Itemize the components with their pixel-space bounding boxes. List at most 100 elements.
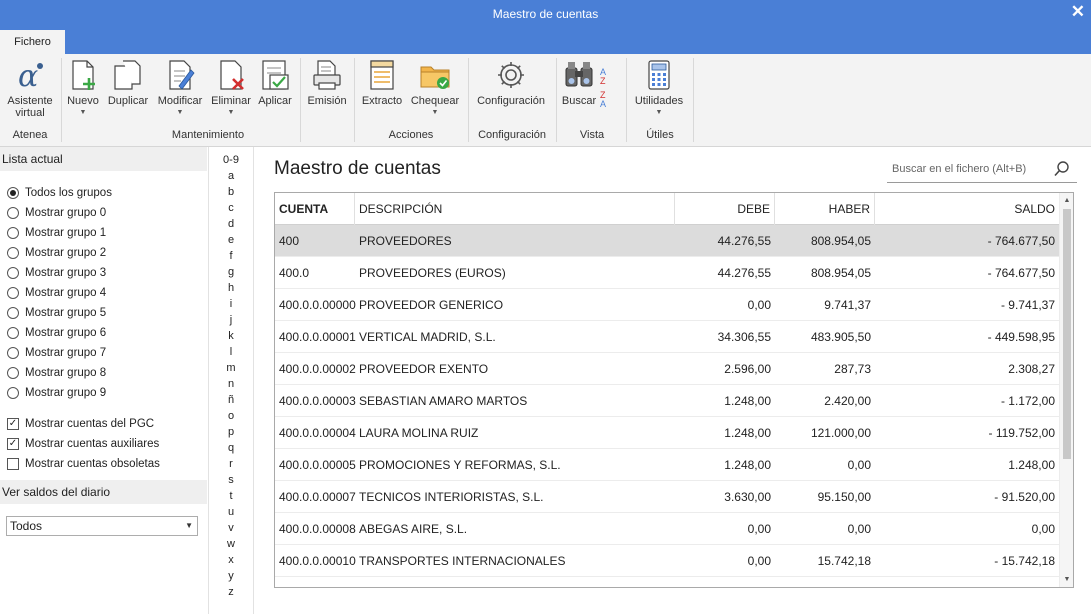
checkbox[interactable]: ✓ [7,438,19,450]
table-row[interactable]: 400 PROVEEDORES 44.276,55 808.954,05 - 764.6… [275,225,1059,257]
alphabet-letter[interactable]: c [209,201,253,215]
alphabet-letter[interactable]: q [209,441,253,455]
search-icon[interactable] [1053,160,1071,178]
radio-button[interactable] [7,207,19,219]
alphabet-letter[interactable]: s [209,473,253,487]
radio-button[interactable] [7,287,19,299]
alphabet-letter[interactable]: j [209,313,253,327]
alphabet-letter[interactable]: i [209,297,253,311]
eliminar-dropdown-icon[interactable]: ▼ [209,109,253,117]
table-row[interactable]: 400.0.0.00003 SEBASTIAN AMARO MARTOS 1.248… [275,385,1059,417]
chequear-dropdown-icon[interactable]: ▼ [408,109,462,117]
radio-button[interactable] [7,347,19,359]
alphabet-letter[interactable]: m [209,361,253,375]
alphabet-letter[interactable]: w [209,537,253,551]
alphabet-letter[interactable]: e [209,233,253,247]
checkbox-option[interactable]: Mostrar cuentas obsoletas [7,455,160,473]
tab-fichero[interactable]: Fichero [0,30,65,54]
radio-button[interactable] [7,247,19,259]
alphabet-letter[interactable]: v [209,521,253,535]
header-haber[interactable]: HABER [775,193,875,225]
radio-button[interactable] [7,307,19,319]
table-row[interactable]: 400.0 PROVEEDORES (EUROS) 44.276,55 808.954… [275,257,1059,289]
radio-option[interactable]: Mostrar grupo 6 [7,324,106,342]
checkbox-option[interactable]: ✓ Mostrar cuentas auxiliares [7,435,159,453]
alphabet-letter[interactable]: k [209,329,253,343]
table-row[interactable]: 400.0.0.00008 ABEGAS AIRE, S.L. 0,00 0,00 0,… [275,513,1059,545]
extracto-button[interactable]: Extracto [359,58,405,107]
table-row[interactable]: 400.0.0.00002 PROVEEDOR EXENTO 2.596,00 287… [275,353,1059,385]
utilidades-dropdown-icon[interactable]: ▼ [631,109,687,117]
modificar-button[interactable]: Modificar ▼ [154,58,206,117]
buscar-button[interactable]: Buscar [561,58,597,107]
vertical-scrollbar[interactable]: ▲ ▼ [1059,193,1073,587]
radio-option[interactable]: Mostrar grupo 4 [7,284,106,302]
utilidades-button[interactable]: Utilidades ▼ [631,58,687,117]
alphabet-letter[interactable]: n [209,377,253,391]
radio-option[interactable]: Todos los grupos [7,184,112,202]
close-icon[interactable]: ✕ [1071,3,1085,21]
table-row[interactable]: 400.0.0.00004 LAURA MOLINA RUIZ 1.248,00 12… [275,417,1059,449]
alphabet-letter[interactable]: g [209,265,253,279]
duplicar-button[interactable]: Duplicar [105,58,151,107]
table-row[interactable]: 400.0.0.00005 PROMOCIONES Y REFORMAS, S.L… [275,449,1059,481]
radio-button[interactable] [7,267,19,279]
radio-button[interactable] [7,367,19,379]
alphabet-letter[interactable]: u [209,505,253,519]
configuracion-button[interactable]: Configuración [472,58,550,107]
checkbox[interactable]: ✓ [7,418,19,430]
alphabet-letter[interactable]: y [209,569,253,583]
alphabet-letter[interactable]: p [209,425,253,439]
alphabet-letter[interactable]: r [209,457,253,471]
alphabet-letter[interactable]: ñ [209,393,253,407]
radio-option[interactable]: Mostrar grupo 1 [7,224,106,242]
alphabet-letter[interactable]: z [209,585,253,599]
header-descripcion[interactable]: DESCRIPCIÓN [355,193,675,225]
alphabet-letter[interactable]: a [209,169,253,183]
table-row[interactable]: 400.0.0.00000 PROVEEDOR GENERICO 0,00 9.741… [275,289,1059,321]
saldos-select[interactable]: Todos ▼ [6,516,198,536]
alphabet-letter[interactable]: f [209,249,253,263]
table-row[interactable]: 400.0.0.00007 TECNICOS INTERIORISTAS, S.L… [275,481,1059,513]
checkbox[interactable] [7,458,19,470]
asistente-virtual-button[interactable]: α Asistente virtual [4,58,56,119]
nuevo-button[interactable]: Nuevo ▼ [65,58,101,117]
radio-option[interactable]: Mostrar grupo 5 [7,304,106,322]
radio-option[interactable]: Mostrar grupo 9 [7,384,106,402]
alphabet-letter[interactable]: d [209,217,253,231]
modificar-dropdown-icon[interactable]: ▼ [154,109,206,117]
alphabet-letter[interactable]: o [209,409,253,423]
radio-button[interactable] [7,327,19,339]
header-cuenta[interactable]: CUENTA [275,193,355,225]
alphabet-letter[interactable]: x [209,553,253,567]
chequear-button[interactable]: Chequear ▼ [408,58,462,117]
alphabet-letter[interactable]: h [209,281,253,295]
sort-ascending-icon[interactable]: A Z Z A [600,68,620,112]
checkbox-option[interactable]: ✓ Mostrar cuentas del PGC [7,415,154,433]
scrollbar-thumb[interactable] [1063,209,1071,459]
alphabet-letter[interactable]: l [209,345,253,359]
cell-haber: 808.954,05 [810,266,871,280]
radio-option[interactable]: Mostrar grupo 2 [7,244,106,262]
header-saldo[interactable]: SALDO [875,193,1059,225]
aplicar-button[interactable]: Aplicar [256,58,294,107]
table-row[interactable]: 400.0.0.00001 VERTICAL MADRID, S.L. 34.306… [275,321,1059,353]
eliminar-button[interactable]: Eliminar ▼ [209,58,253,117]
scroll-down-icon[interactable]: ▼ [1060,576,1073,583]
header-debe[interactable]: DEBE [675,193,775,225]
search-input[interactable]: Buscar en el fichero (Alt+B) [887,158,1077,183]
radio-option[interactable]: Mostrar grupo 3 [7,264,106,282]
radio-button[interactable] [7,227,19,239]
table-row[interactable]: 400.0.0.00010 TRANSPORTES INTERNACIONALES… [275,545,1059,577]
radio-option[interactable]: Mostrar grupo 0 [7,204,106,222]
scroll-up-icon[interactable]: ▲ [1060,197,1073,204]
nuevo-dropdown-icon[interactable]: ▼ [65,109,101,117]
alphabet-letter[interactable]: b [209,185,253,199]
emision-button[interactable]: Emisión [305,58,349,107]
radio-option[interactable]: Mostrar grupo 8 [7,364,106,382]
radio-button[interactable] [7,387,19,399]
alphabet-letter[interactable]: 0-9 [209,153,253,167]
alphabet-letter[interactable]: t [209,489,253,503]
radio-button[interactable] [7,187,19,199]
radio-option[interactable]: Mostrar grupo 7 [7,344,106,362]
